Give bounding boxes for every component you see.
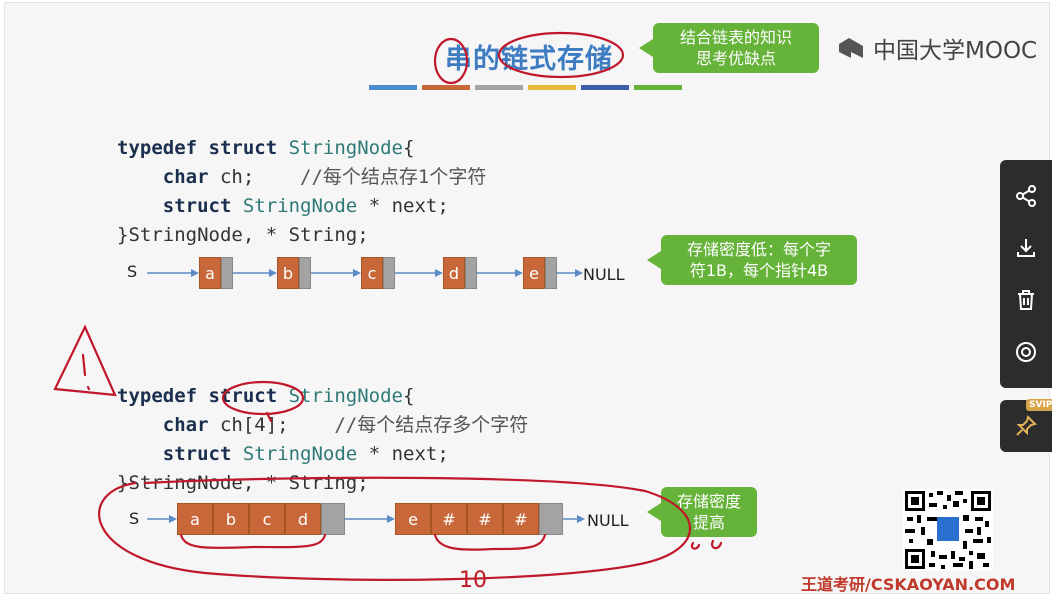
brand-name: 中国大学MOOC	[873, 38, 1038, 64]
eye-icon	[1016, 342, 1036, 362]
tool-sidebar	[1000, 160, 1052, 388]
node-char: #	[431, 503, 467, 535]
ink-doodle-2	[711, 539, 723, 550]
list1-node: b	[277, 257, 311, 289]
list2-null: NULL	[587, 511, 629, 530]
code2-comment: //每个结点存多个字符	[288, 414, 529, 436]
share-icon	[1016, 185, 1036, 207]
node-pointer	[321, 503, 345, 535]
list2-node: e # # #	[395, 503, 563, 535]
node-pointer	[299, 257, 311, 289]
code2-brace: {	[403, 385, 415, 407]
ink-count-mark: 10	[459, 568, 487, 593]
ink-warning-dot	[86, 385, 91, 391]
page-title: 串的链式存储	[445, 44, 613, 75]
link-arrow	[147, 269, 199, 277]
title-color-bar	[581, 85, 629, 90]
node-char: d	[443, 257, 465, 289]
ink-warning-stroke	[81, 353, 87, 377]
link-arrow	[395, 269, 443, 277]
node-char: c	[361, 257, 383, 289]
title-color-bar	[422, 85, 470, 90]
code2-next: * next;	[357, 443, 449, 465]
code1-close: }StringNode, * String;	[117, 224, 369, 246]
code1-char: char	[162, 166, 209, 188]
list1-null: NULL	[583, 265, 625, 284]
qr-code-icon	[903, 489, 993, 571]
list1-node: d	[443, 257, 477, 289]
code1-comment: //每个结点存1个字符	[254, 166, 487, 188]
node-char: a	[177, 503, 213, 535]
title-color-bar	[369, 85, 417, 90]
callout-bottom: 存储密度 提高	[647, 487, 757, 537]
delete-icon	[1018, 290, 1034, 310]
mooc-logo-icon	[839, 38, 863, 58]
list2-node: abcd	[177, 503, 345, 535]
download-button[interactable]	[1011, 233, 1041, 263]
code1-brace: {	[403, 137, 415, 159]
pin-icon	[1016, 415, 1037, 436]
list1-head: S	[127, 262, 138, 281]
code1-keyword: typedef struct	[117, 137, 278, 159]
title-color-bar	[475, 85, 523, 90]
node-pointer	[221, 257, 233, 289]
code2-next-type: StringNode	[231, 443, 358, 465]
download-icon	[1017, 239, 1035, 257]
list1-node: e	[523, 257, 557, 289]
view-button[interactable]	[1011, 337, 1041, 367]
list2-head: S	[129, 509, 140, 528]
ink-warning-triangle	[53, 324, 117, 397]
code2-char: char	[162, 414, 209, 436]
code2-struct: struct	[162, 443, 232, 465]
code1-next: * next;	[357, 195, 449, 217]
link-arrow	[557, 269, 583, 277]
list1-node: a	[199, 257, 233, 289]
brand-logo: 中国大学MOOC	[837, 31, 1037, 65]
callout-middle: 存储密度低：每个字 符1B，每个指针4B	[647, 235, 857, 285]
delete-button[interactable]	[1011, 285, 1041, 315]
node-char: b	[277, 257, 299, 289]
ink-brace-left	[179, 533, 327, 550]
svip-badge: SVIP	[1026, 399, 1052, 411]
title-color-bar	[528, 85, 576, 90]
code-block-2: typedef struct StringNode{ char ch[4]; /…	[117, 353, 528, 498]
code2-type: StringNode	[277, 385, 403, 407]
node-char: e	[523, 257, 545, 289]
node-pointer	[383, 257, 395, 289]
node-pointer	[539, 503, 563, 535]
title-color-bar	[634, 85, 682, 90]
code-block-1: typedef struct StringNode{ char ch; //每个…	[117, 105, 486, 250]
code2-keyword: typedef struct	[117, 385, 278, 407]
node-char: c	[249, 503, 285, 535]
slide: 串的链式存储 结合链表的知识 思考优缺点 中国大学MOOC typedef st…	[4, 2, 1050, 594]
node-char: d	[285, 503, 321, 535]
ink-doodle-1	[690, 541, 701, 550]
node-char: a	[199, 257, 221, 289]
link-arrow	[147, 515, 177, 523]
link-arrow	[233, 269, 277, 277]
node-char: #	[467, 503, 503, 535]
code1-struct: struct	[162, 195, 232, 217]
node-pointer	[545, 257, 557, 289]
link-arrow	[563, 515, 585, 523]
node-char: #	[503, 503, 539, 535]
node-pointer	[465, 257, 477, 289]
ink-brace-right	[433, 533, 547, 551]
list1-node: c	[361, 257, 395, 289]
link-arrow	[311, 269, 361, 277]
code2-ch: ch[4];	[208, 414, 289, 436]
code2-close: }StringNode, * String;	[117, 472, 369, 494]
link-arrow	[477, 269, 523, 277]
callout-top: 结合链表的知识 思考优缺点	[639, 23, 819, 73]
watermark: 王道考研/CSKAOYAN.COM	[801, 575, 1016, 594]
code1-type: StringNode	[277, 137, 403, 159]
node-char: b	[213, 503, 249, 535]
share-button[interactable]	[1011, 181, 1041, 211]
node-char: e	[395, 503, 431, 535]
code1-next-type: StringNode	[231, 195, 358, 217]
code1-ch: ch;	[208, 166, 255, 188]
link-arrow	[345, 515, 395, 523]
